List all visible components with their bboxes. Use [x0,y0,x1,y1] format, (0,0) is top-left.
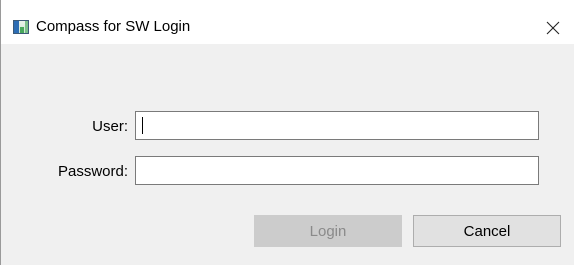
login-dialog: Compass for SW Login User: Password: Log… [0,0,574,265]
window-title: Compass for SW Login [36,18,191,35]
title-bar[interactable]: Compass for SW Login [1,0,574,44]
login-button[interactable]: Login [254,215,402,247]
app-chart-icon [13,20,29,34]
password-input[interactable] [135,156,539,185]
user-label: User: [92,118,128,135]
user-input[interactable] [135,111,539,140]
text-caret [142,117,143,134]
close-icon [546,21,560,35]
password-label: Password: [57,163,128,180]
close-button[interactable] [537,12,569,44]
cancel-button[interactable]: Cancel [413,215,561,247]
